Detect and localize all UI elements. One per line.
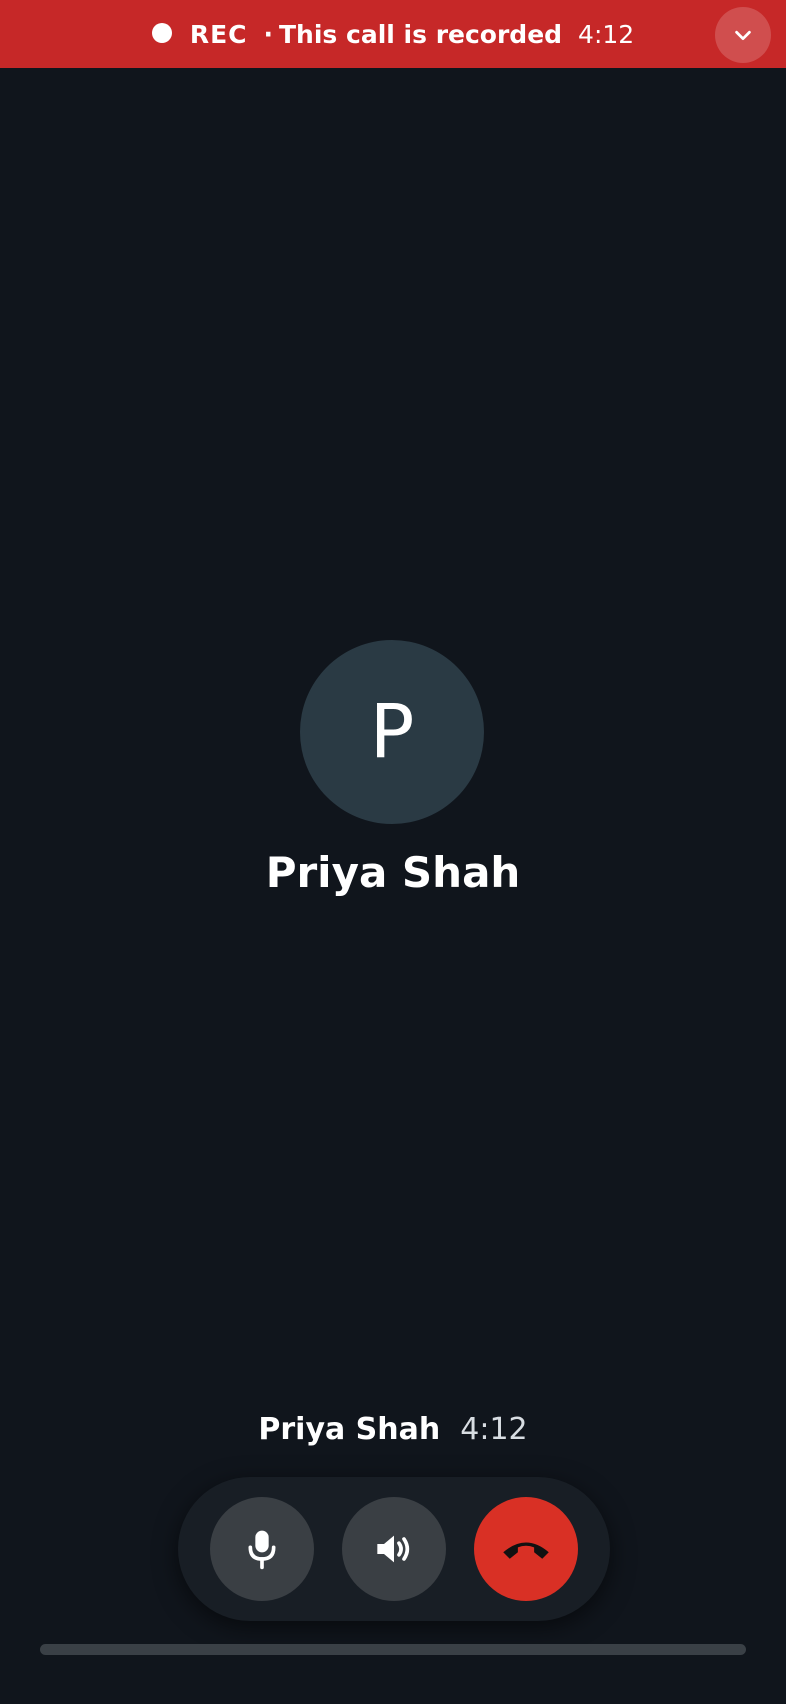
recording-notice: This call is recorded	[279, 19, 563, 49]
end-call-icon	[503, 1542, 549, 1559]
call-summary: Priya Shah 4:12	[0, 1412, 786, 1447]
caller-initial: P	[369, 689, 415, 775]
call-screen: REC · This call is recorded 4:12 P Priya…	[0, 0, 786, 1704]
recording-info: REC · This call is recorded 4:12	[151, 19, 635, 49]
end-call-button[interactable]	[474, 1497, 578, 1601]
recording-timer: 4:12	[578, 19, 635, 49]
speaker-icon	[377, 1535, 410, 1563]
microphone-icon	[248, 1530, 276, 1570]
chevron-down-icon	[735, 30, 751, 41]
speaker-button[interactable]	[342, 1497, 446, 1601]
recording-banner: REC · This call is recorded 4:12	[0, 0, 786, 68]
recording-dot-icon	[151, 23, 172, 43]
caller-name: Priya Shah	[265, 848, 521, 897]
call-controls	[178, 1477, 610, 1621]
mute-button[interactable]	[210, 1497, 314, 1601]
summary-call-timer: 4:12	[460, 1412, 528, 1447]
caller-avatar: P	[300, 640, 484, 824]
summary-caller-name: Priya Shah	[258, 1412, 441, 1447]
home-indicator[interactable]	[40, 1644, 746, 1655]
collapse-button[interactable]	[715, 7, 771, 63]
recording-label: REC	[189, 19, 248, 49]
recording-separator: ·	[263, 19, 274, 49]
